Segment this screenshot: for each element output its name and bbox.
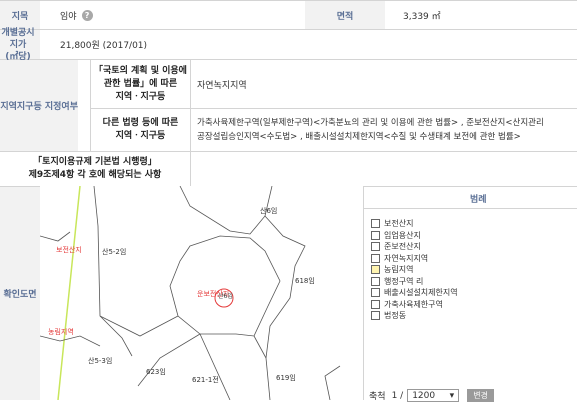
legend-label: 준보전산지 bbox=[384, 242, 421, 251]
legend-title: 범례 bbox=[470, 195, 487, 205]
parcel-line bbox=[199, 333, 231, 400]
legend-swatch bbox=[371, 311, 380, 320]
legend-label: 행정구역 리 bbox=[384, 276, 424, 286]
price-value: 21,800원 (2017/01) bbox=[60, 41, 148, 51]
law2-line1: 가축사육제한구역(일부제한구역)<가축분뇨의 관리 및 이용에 관한 법률> ,… bbox=[197, 118, 544, 128]
divider bbox=[0, 59, 577, 60]
parcel-line bbox=[324, 365, 341, 400]
parcel-line bbox=[264, 215, 306, 400]
legend-item: 준보전산지 bbox=[371, 241, 421, 252]
zone-label: 보전산지 bbox=[56, 245, 82, 254]
legend-item: 자연녹지지역 bbox=[371, 253, 428, 264]
parcel-line bbox=[179, 186, 273, 235]
divider bbox=[363, 187, 364, 400]
jimok-value: 임야 ? bbox=[60, 1, 93, 29]
law2-value: 가축사육제한구역(일부제한구역)<가축분뇨의 관리 및 이용에 관한 법률> ,… bbox=[197, 116, 577, 144]
legend-swatch bbox=[371, 230, 380, 240]
legend-item: 법정동 bbox=[371, 310, 406, 321]
legend-swatch bbox=[371, 265, 380, 274]
legend-item: 농림지역 bbox=[371, 264, 413, 275]
jimok-text: 임야 bbox=[60, 11, 77, 22]
legend-label: 임업용산지 bbox=[384, 230, 421, 240]
map-label: 산5-3임 bbox=[88, 356, 112, 365]
label-price: 개별공시지가 (㎡당) bbox=[0, 28, 40, 62]
legend-swatch bbox=[371, 253, 380, 263]
divider bbox=[190, 60, 191, 151]
legend-item: 가축사육제한구역 bbox=[371, 299, 443, 310]
label-zone: 지역지구등 지정여부 bbox=[0, 60, 78, 151]
label-rule: 「토지이용규제 기본법 시행령」 제9조제4항 각 호에 해당되는 사항 bbox=[28, 157, 162, 180]
label-area: 면적 bbox=[305, 1, 385, 29]
map-label: 621-1전 bbox=[192, 375, 219, 384]
law1-value: 자연녹지지역 bbox=[197, 80, 247, 91]
legend-swatch bbox=[371, 219, 380, 228]
legend-item: 배출시설설치제한지역 bbox=[371, 287, 458, 298]
map-label: 623임 bbox=[146, 368, 166, 376]
scale-control: 축척 1 / 1200 ▾ 변경 bbox=[369, 389, 494, 402]
label-law1: 「국토의 계획 및 이용에 관한 법률」에 따른 지역ㆍ지구등 bbox=[94, 65, 187, 102]
scale-prefix: 1 / bbox=[391, 390, 404, 401]
scale-value: 1200 bbox=[412, 390, 436, 401]
label-law2: 다른 법령 등에 따른 지역ㆍ지구등 bbox=[102, 118, 179, 141]
legend-item: 보전산지 bbox=[371, 218, 413, 229]
legend-label: 농림지역 bbox=[384, 265, 414, 274]
map-label: 산5-2임 bbox=[102, 247, 126, 256]
legend-item: 임업용산지 bbox=[371, 230, 421, 241]
divider bbox=[364, 208, 577, 209]
map-center-sub: 산6임 bbox=[218, 292, 233, 300]
area-value: 3,339 ㎡ bbox=[403, 11, 441, 22]
map-label: 산6임 bbox=[260, 206, 277, 215]
parcel-line bbox=[99, 315, 179, 337]
scale-select[interactable]: 1200 ▾ bbox=[407, 389, 460, 402]
legend-label: 가축사육제한구역 bbox=[384, 299, 443, 309]
parcel-line bbox=[93, 186, 133, 357]
label-map: 확인도면 bbox=[0, 187, 40, 400]
parcel-main bbox=[169, 235, 281, 337]
parcel-line bbox=[253, 335, 267, 359]
divider bbox=[190, 152, 191, 186]
zone-boundary-line bbox=[57, 186, 81, 400]
legend-label: 보전산지 bbox=[384, 219, 414, 228]
parcel-line bbox=[40, 231, 71, 242]
legend-swatch bbox=[371, 299, 380, 309]
legend-label: 자연녹지지역 bbox=[384, 253, 429, 263]
zone-label: 농림지역 bbox=[48, 327, 74, 336]
chevron-down-icon: ▾ bbox=[449, 390, 455, 401]
map-svg: 산6임 산5-2임 618임 산5-3임 623임 621-1전 619임 운보… bbox=[40, 186, 341, 400]
legend-swatch bbox=[371, 242, 380, 251]
label-jimok: 지목 bbox=[0, 1, 40, 29]
map-label: 619임 bbox=[276, 374, 296, 382]
legend-item: 행정구역 리 bbox=[371, 276, 423, 287]
legend-label: 법정동 bbox=[384, 311, 407, 320]
parcel-line bbox=[137, 333, 201, 387]
parcel-line bbox=[40, 335, 101, 347]
legend-swatch bbox=[371, 288, 380, 297]
cadastral-map[interactable]: 산6임 산5-2임 618임 산5-3임 623임 621-1전 619임 운보… bbox=[40, 186, 363, 400]
map-label: 618임 bbox=[295, 277, 315, 285]
legend-label: 배출시설설치제한지역 bbox=[384, 288, 458, 297]
scale-label: 축척 bbox=[369, 392, 386, 402]
law2-line2: 공장설립승인지역<수도법> , 배출시설설치제한지역<수질 및 수생태계 보전에… bbox=[197, 132, 521, 142]
help-icon[interactable]: ? bbox=[81, 9, 93, 21]
change-button[interactable]: 변경 bbox=[467, 389, 494, 402]
legend-swatch bbox=[371, 276, 380, 286]
